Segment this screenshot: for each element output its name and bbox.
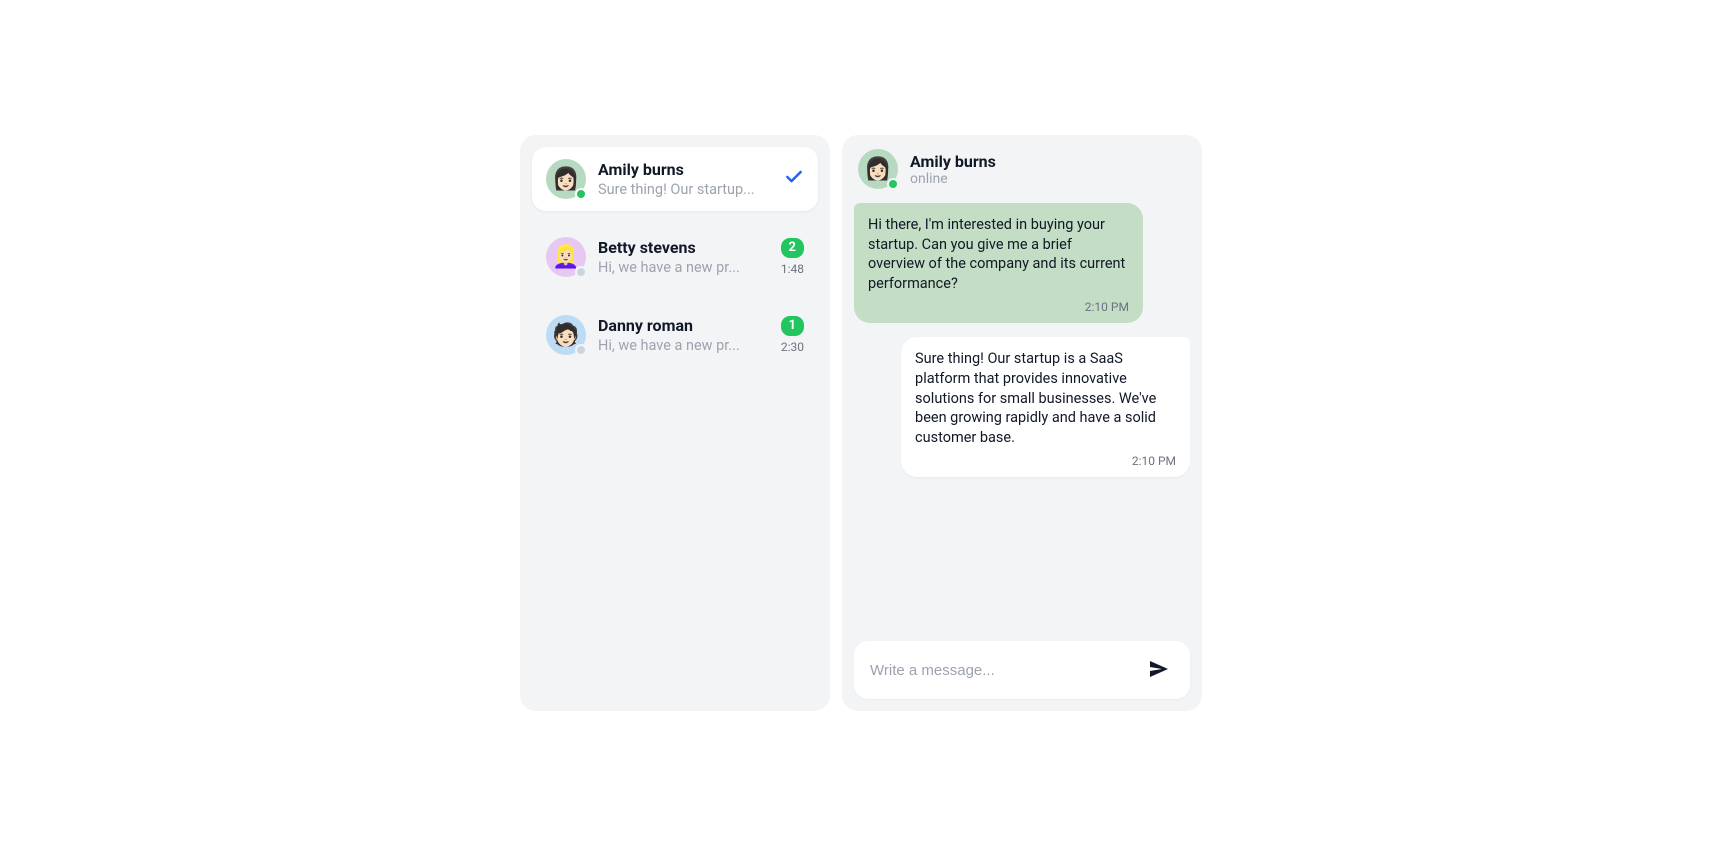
contact-body: Amily burns Sure thing! Our startup... [598,160,762,198]
contact-item-betty[interactable]: 👱🏻‍♀️ Betty stevens Hi, we have a new pr… [532,225,818,289]
avatar: 👱🏻‍♀️ [546,237,586,277]
status-indicator [575,188,587,200]
send-icon [1147,657,1171,684]
status-indicator [575,266,587,278]
avatar: 👩🏻 [858,149,898,189]
contact-name: Betty stevens [598,238,762,257]
contact-name: Amily burns [598,160,762,179]
contact-meta [774,167,804,191]
message-input[interactable] [870,662,1130,679]
contact-item-amily[interactable]: 👩🏻 Amily burns Sure thing! Our startup..… [532,147,818,211]
chat-status-text: online [910,171,996,187]
message-text: Hi there, I'm interested in buying your … [868,215,1129,293]
avatar: 👩🏻 [546,159,586,199]
message-composer [854,641,1190,699]
send-button[interactable] [1140,651,1178,689]
message-text: Sure thing! Our startup is a SaaS platfo… [915,349,1176,447]
unread-badge: 1 [781,316,804,336]
contact-name: Danny roman [598,316,762,335]
chat-title: Amily burns [910,152,996,171]
message-bubble-incoming: Hi there, I'm interested in buying your … [854,203,1143,323]
status-indicator [575,344,587,356]
contact-body: Danny roman Hi, we have a new pr... [598,316,762,354]
unread-badge: 2 [781,238,804,258]
message-time: 2:10 PM [915,453,1176,469]
chat-app: 👩🏻 Amily burns Sure thing! Our startup..… [520,135,1202,711]
message-bubble-outgoing: Sure thing! Our startup is a SaaS platfo… [901,337,1190,477]
read-check-icon [784,167,804,191]
contact-item-danny[interactable]: 🧑🏻 Danny roman Hi, we have a new pr... 1… [532,303,818,367]
contact-time: 1:48 [781,262,804,276]
contact-preview: Hi, we have a new pr... [598,337,762,354]
message-list: Hi there, I'm interested in buying your … [854,203,1190,629]
status-indicator [887,178,899,190]
contact-preview: Hi, we have a new pr... [598,259,762,276]
chat-header: 👩🏻 Amily burns online [854,147,1190,191]
chat-header-text: Amily burns online [910,152,996,187]
avatar: 🧑🏻 [546,315,586,355]
chat-panel: 👩🏻 Amily burns online Hi there, I'm inte… [842,135,1202,711]
message-time: 2:10 PM [868,299,1129,315]
contact-list-panel: 👩🏻 Amily burns Sure thing! Our startup..… [520,135,830,711]
contact-meta: 1 2:30 [774,316,804,354]
contact-meta: 2 1:48 [774,238,804,276]
contact-time: 2:30 [781,340,804,354]
contact-body: Betty stevens Hi, we have a new pr... [598,238,762,276]
contact-preview: Sure thing! Our startup... [598,181,762,198]
